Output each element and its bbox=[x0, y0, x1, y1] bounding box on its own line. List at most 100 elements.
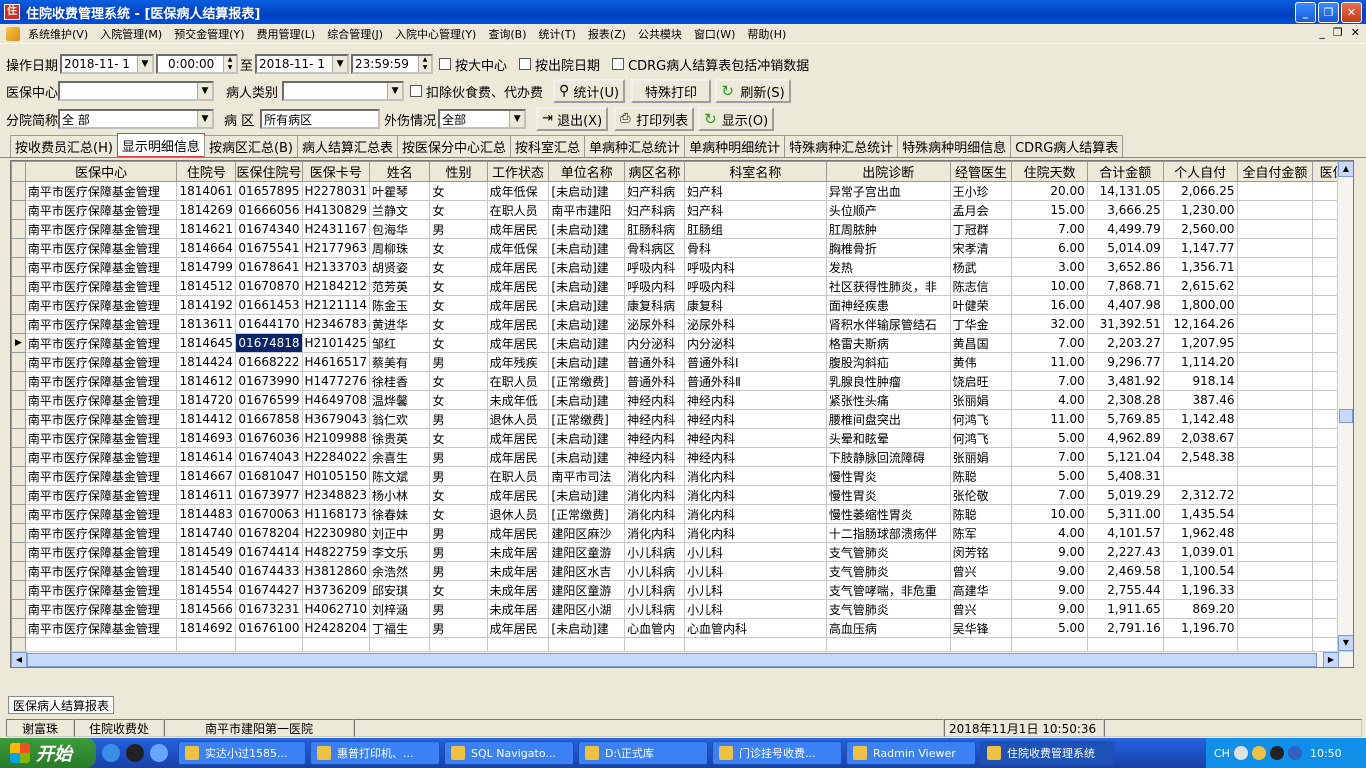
table-cell[interactable]: 2,755.44 bbox=[1086, 580, 1164, 600]
table-cell[interactable]: 2,066.25 bbox=[1162, 181, 1238, 201]
table-cell[interactable]: 杨武 bbox=[949, 257, 1013, 277]
table-cell[interactable]: 1814540 bbox=[176, 561, 237, 581]
table-cell[interactable]: 陈军 bbox=[949, 523, 1013, 543]
browser-icon[interactable] bbox=[150, 744, 168, 762]
row-indicator[interactable] bbox=[11, 466, 26, 486]
table-cell[interactable]: 32.00 bbox=[1011, 314, 1088, 334]
table-cell[interactable] bbox=[1236, 618, 1314, 638]
table-cell[interactable]: 南平市医疗保障基金管理 bbox=[24, 428, 178, 448]
table-cell[interactable]: 01673990 bbox=[235, 371, 303, 391]
table-cell[interactable]: 31,392.51 bbox=[1086, 314, 1164, 334]
table-cell[interactable]: [未启动]建 bbox=[548, 447, 626, 467]
table-cell[interactable]: 9.00 bbox=[1011, 599, 1088, 619]
table-cell[interactable]: 南平市医疗保障基金管理 bbox=[24, 219, 178, 239]
task-hp-printer[interactable]: 惠普打印机、... bbox=[310, 741, 440, 765]
time-from-field[interactable]: 0:00:00 ▲ ▼ bbox=[156, 54, 239, 74]
table-cell[interactable]: 包海华 bbox=[368, 219, 431, 239]
table-cell[interactable]: 2,227.43 bbox=[1086, 542, 1164, 562]
table-cell[interactable] bbox=[1236, 580, 1314, 600]
table-cell[interactable]: 1,100.54 bbox=[1162, 561, 1238, 581]
table-cell[interactable]: 肛肠组 bbox=[683, 219, 827, 239]
table-cell[interactable]: 发热 bbox=[825, 257, 951, 277]
table-cell[interactable]: 10.00 bbox=[1011, 276, 1088, 296]
chevron-down-icon[interactable]: ▼ bbox=[197, 83, 213, 99]
table-cell[interactable]: 10.00 bbox=[1011, 504, 1088, 524]
table-cell[interactable]: 神经内科 bbox=[624, 409, 685, 429]
row-indicator[interactable] bbox=[11, 276, 26, 296]
table-cell[interactable]: 成年居民 bbox=[486, 333, 550, 353]
table-cell[interactable]: 成年居民 bbox=[486, 314, 550, 334]
table-cell[interactable]: 2,469.58 bbox=[1086, 561, 1164, 581]
table-cell[interactable]: 1,230.00 bbox=[1162, 200, 1238, 220]
table-cell[interactable]: 下肢静脉回流障碍 bbox=[825, 447, 951, 467]
chevron-down-icon[interactable]: ▼ bbox=[509, 111, 525, 127]
table-cell[interactable]: 张丽娟 bbox=[949, 390, 1013, 410]
table-cell[interactable]: [未启动]建 bbox=[548, 295, 626, 315]
language-indicator[interactable]: CH bbox=[1214, 747, 1230, 760]
table-cell[interactable]: 女 bbox=[429, 371, 488, 391]
table-row[interactable]: 南平市医疗保障基金管理 1814621 01674340 H2431167 包海华男成年… bbox=[11, 219, 1353, 239]
table-cell[interactable]: 3,666.25 bbox=[1086, 200, 1164, 220]
table-cell[interactable]: 呼吸内科 bbox=[683, 257, 827, 277]
current-row-indicator-icon[interactable]: ▶ bbox=[11, 333, 26, 353]
table-row[interactable]: 南平市医疗保障基金管理 1814664 01675541 H2177963 周柳珠女成年… bbox=[11, 238, 1353, 258]
table-cell[interactable]: 1,142.48 bbox=[1162, 409, 1238, 429]
table-cell[interactable]: 1814692 bbox=[176, 618, 237, 638]
tray-icon[interactable] bbox=[1233, 746, 1248, 760]
table-cell[interactable] bbox=[1236, 447, 1314, 467]
menu-deposit[interactable]: 预交金管理(Y) bbox=[168, 26, 250, 42]
table-cell[interactable]: 成年居民 bbox=[486, 618, 550, 638]
table-cell[interactable]: 01644170 bbox=[235, 314, 303, 334]
table-cell[interactable]: 南平市医疗保障基金管理 bbox=[24, 333, 178, 353]
table-cell[interactable]: 消化内科 bbox=[624, 466, 685, 486]
table-cell[interactable]: 内分泌科 bbox=[624, 333, 685, 353]
table-cell[interactable]: 1814621 bbox=[176, 219, 237, 239]
menu-admission[interactable]: 入院管理(M) bbox=[94, 26, 168, 42]
table-cell[interactable]: H4616517 bbox=[301, 352, 370, 372]
date-to-picker[interactable]: 2018-11- 1 ▼ bbox=[255, 54, 350, 74]
table-row[interactable]: 南平市医疗保障基金管理 1814424 01668222 H4616517 蔡美有男成年… bbox=[11, 352, 1353, 372]
table-cell[interactable]: 4,407.98 bbox=[1086, 295, 1164, 315]
table-cell[interactable]: H1168173 bbox=[301, 504, 370, 524]
column-header[interactable]: 出院诊断 bbox=[825, 161, 951, 182]
table-cell[interactable]: 5.00 bbox=[1011, 466, 1088, 486]
column-header[interactable]: 单位名称 bbox=[548, 161, 626, 182]
table-cell[interactable]: [未启动]建 bbox=[548, 485, 626, 505]
table-cell[interactable]: 刘梓涵 bbox=[368, 599, 431, 619]
table-cell[interactable]: 男 bbox=[429, 466, 488, 486]
table-cell[interactable]: 5,408.31 bbox=[1086, 466, 1164, 486]
horizontal-scrollbar[interactable]: ◀ ▶ bbox=[11, 651, 1353, 667]
table-cell[interactable] bbox=[1236, 485, 1314, 505]
table-cell[interactable]: 成年居民 bbox=[486, 523, 550, 543]
table-cell[interactable]: 01681047 bbox=[235, 466, 303, 486]
table-cell[interactable]: 普通外科Ⅱ bbox=[683, 371, 827, 391]
table-cell[interactable]: 南平市医疗保障基金管理 bbox=[24, 580, 178, 600]
table-row[interactable]: 南平市医疗保障基金管理 1814269 01666056 H4130829 兰静文女在职… bbox=[11, 200, 1353, 220]
table-cell[interactable] bbox=[1236, 542, 1314, 562]
table-cell[interactable]: 未成年居 bbox=[486, 542, 550, 562]
table-cell[interactable]: 387.46 bbox=[1162, 390, 1238, 410]
table-cell[interactable]: 男 bbox=[429, 561, 488, 581]
table-cell[interactable]: 4.00 bbox=[1011, 523, 1088, 543]
volume-icon[interactable] bbox=[1287, 746, 1302, 760]
table-cell[interactable]: 1814740 bbox=[176, 523, 237, 543]
table-cell[interactable]: 支气管肺炎 bbox=[825, 599, 951, 619]
row-indicator[interactable] bbox=[11, 371, 26, 391]
row-indicator[interactable] bbox=[11, 181, 26, 201]
cdrg-checkbox[interactable] bbox=[612, 58, 625, 70]
table-cell[interactable]: 范芳英 bbox=[368, 276, 431, 296]
table-cell[interactable]: 未成年居 bbox=[486, 580, 550, 600]
table-cell[interactable]: 在职人员 bbox=[486, 466, 550, 486]
table-cell[interactable]: 闵芳铭 bbox=[949, 542, 1013, 562]
table-cell[interactable]: 徐春妹 bbox=[368, 504, 431, 524]
table-cell[interactable]: H2177963 bbox=[301, 238, 370, 258]
table-cell[interactable]: 1814667 bbox=[176, 466, 237, 486]
table-cell[interactable]: 小儿科病 bbox=[624, 599, 685, 619]
table-cell[interactable]: 南平市医疗保障基金管理 bbox=[24, 257, 178, 277]
table-cell[interactable]: 张丽娟 bbox=[949, 447, 1013, 467]
table-cell[interactable]: 01675541 bbox=[235, 238, 303, 258]
table-cell[interactable]: 1,962.48 bbox=[1162, 523, 1238, 543]
table-cell[interactable]: 面神经疾患 bbox=[825, 295, 951, 315]
table-cell[interactable]: 女 bbox=[429, 200, 488, 220]
table-cell[interactable]: 叶瞿琴 bbox=[368, 181, 431, 201]
